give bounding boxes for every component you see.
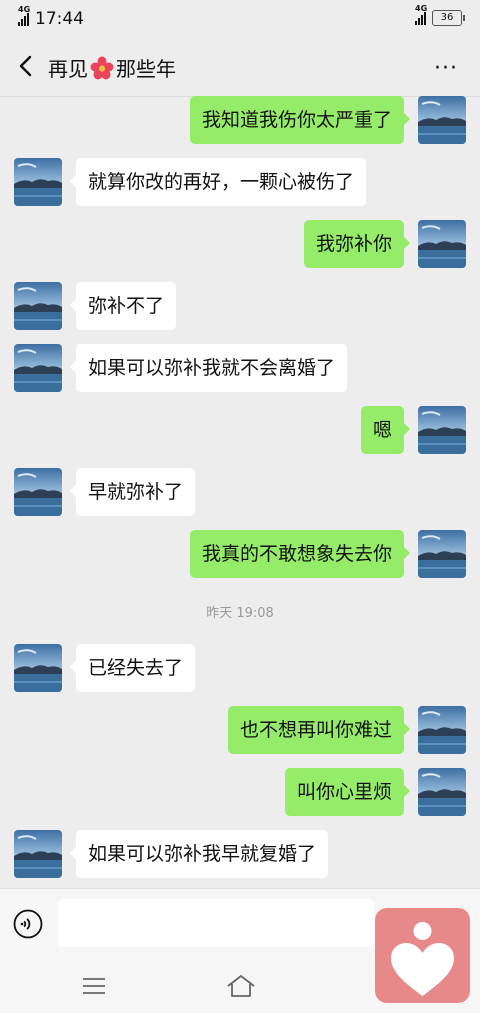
message-bubble[interactable]: 叫你心里烦: [284, 768, 411, 816]
status-right: 4G 36: [415, 4, 465, 26]
sent-message[interactable]: 也不想再叫你难过: [227, 706, 466, 754]
avatar[interactable]: [418, 530, 466, 578]
sent-message[interactable]: 我知道我伤你太严重了: [189, 96, 466, 144]
avatar[interactable]: [14, 158, 62, 206]
sent-message[interactable]: 我真的不敢想象失去你: [189, 530, 466, 578]
home-icon[interactable]: [226, 973, 256, 999]
clock: 17:44: [35, 9, 84, 29]
message-bubble[interactable]: 如果可以弥补我早就复婚了: [69, 830, 329, 878]
avatar[interactable]: [418, 96, 466, 144]
received-message[interactable]: 弥补不了: [14, 282, 177, 330]
message-bubble[interactable]: 早就弥补了: [69, 468, 196, 516]
received-message[interactable]: 就算你改的再好，一颗心被伤了: [14, 158, 367, 206]
network-type-right: 4G: [415, 4, 428, 13]
chat-title: 再见 那些年: [48, 53, 176, 82]
voice-input-icon[interactable]: [13, 909, 43, 939]
avatar[interactable]: [14, 282, 62, 330]
received-message[interactable]: 如果可以弥补我就不会离婚了: [14, 344, 348, 392]
received-message[interactable]: 早就弥补了: [14, 468, 196, 516]
avatar[interactable]: [14, 830, 62, 878]
avatar[interactable]: [14, 644, 62, 692]
status-left: 4G 17:44: [18, 5, 84, 29]
sent-message[interactable]: 我弥补你: [303, 220, 466, 268]
message-bubble[interactable]: 如果可以弥补我就不会离婚了: [69, 344, 348, 392]
avatar[interactable]: [418, 406, 466, 454]
message-bubble[interactable]: 我真的不敢想象失去你: [189, 530, 411, 578]
message-bubble[interactable]: 已经失去了: [69, 644, 196, 692]
menu-icon[interactable]: [82, 976, 106, 996]
signal-icon-right: 4G: [415, 4, 427, 25]
message-bubble[interactable]: 我弥补你: [303, 220, 411, 268]
status-bar: 4G 17:44 4G 36: [0, 0, 480, 38]
more-options-button[interactable]: ···: [434, 56, 458, 81]
chat-header: 再见 那些年 ···: [0, 38, 480, 97]
battery-icon: 36: [432, 10, 465, 26]
floating-heart-app[interactable]: [375, 908, 470, 1003]
received-message[interactable]: 如果可以弥补我早就复婚了: [14, 830, 329, 878]
title-text-end: 那些年: [116, 57, 176, 81]
message-bubble[interactable]: 也不想再叫你难过: [227, 706, 411, 754]
title-text-start: 再见: [48, 57, 88, 81]
message-bubble[interactable]: 就算你改的再好，一颗心被伤了: [69, 158, 367, 206]
sent-message[interactable]: 叫你心里烦: [284, 768, 466, 816]
message-bubble[interactable]: 弥补不了: [69, 282, 177, 330]
sent-message[interactable]: 嗯: [360, 406, 466, 454]
message-input[interactable]: [58, 899, 374, 947]
avatar[interactable]: [418, 220, 466, 268]
network-type: 4G: [18, 5, 31, 14]
message-bubble[interactable]: 我知道我伤你太严重了: [189, 96, 411, 144]
avatar[interactable]: [418, 706, 466, 754]
avatar[interactable]: [14, 468, 62, 516]
message-timestamp: 昨天 19:08: [206, 606, 274, 621]
back-icon[interactable]: [16, 54, 38, 78]
message-list[interactable]: 我知道我伤你太严重了 就算你改的再好，一颗心被伤了 我弥补你 弥补不了 如果可以…: [0, 96, 480, 888]
avatar[interactable]: [418, 768, 466, 816]
message-bubble[interactable]: 嗯: [360, 406, 411, 454]
flower-icon: [90, 56, 114, 79]
avatar[interactable]: [14, 344, 62, 392]
signal-icon: 4G: [18, 5, 30, 26]
received-message[interactable]: 已经失去了: [14, 644, 196, 692]
heart-icon: [391, 922, 454, 996]
